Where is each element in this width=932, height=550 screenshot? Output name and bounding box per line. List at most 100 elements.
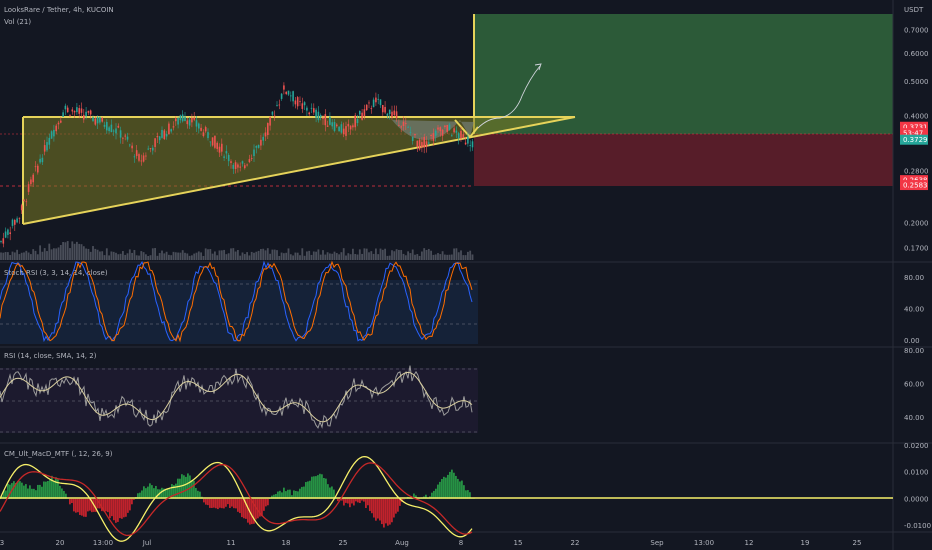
candle-body xyxy=(99,117,101,123)
volume-bar xyxy=(384,248,386,260)
candle-body xyxy=(149,148,152,149)
volume-bar xyxy=(239,255,242,260)
candle-body xyxy=(338,126,340,132)
volume-bar xyxy=(250,251,253,260)
candle-body xyxy=(202,132,205,137)
volume-bar xyxy=(363,248,366,260)
volume-bar xyxy=(218,250,221,260)
volume-bar xyxy=(87,248,90,260)
macd-hist-bar xyxy=(129,498,131,511)
volume-bar xyxy=(416,254,419,260)
candle-body xyxy=(232,164,235,169)
volume-bar xyxy=(467,251,469,260)
candle-body xyxy=(200,127,202,131)
volume-bar xyxy=(66,241,69,260)
candle-body xyxy=(60,120,62,123)
candle-body xyxy=(453,128,455,133)
volume-bar xyxy=(184,252,186,260)
candle-body xyxy=(292,91,294,102)
candle-body xyxy=(145,155,147,157)
candle-body xyxy=(331,122,333,127)
volume-bar xyxy=(16,249,18,260)
candle-body xyxy=(23,199,25,201)
candle-body xyxy=(296,97,299,107)
macd-hist-bar xyxy=(207,498,209,506)
candle-body xyxy=(253,149,255,157)
x-tick-label: 18 xyxy=(282,539,291,547)
macd-hist-bar xyxy=(447,474,449,499)
macd-hist-bar xyxy=(211,498,213,508)
candle-body xyxy=(237,164,239,168)
volume-bar xyxy=(319,254,322,260)
volume-bar xyxy=(310,254,313,260)
candle-body xyxy=(175,118,177,122)
candle-body xyxy=(7,229,9,235)
candle-body xyxy=(156,136,159,138)
trading-chart[interactable]: LooksRare / Tether, 4h, KUCOIN Vol (21) … xyxy=(0,0,932,550)
x-tick-label: 11 xyxy=(227,539,236,547)
volume-bar xyxy=(243,254,246,260)
macd-hist-bar xyxy=(383,498,385,528)
candle-body xyxy=(388,109,391,114)
candle-body xyxy=(230,161,232,163)
candle-body xyxy=(409,132,412,133)
macd-hist-bar xyxy=(203,498,205,503)
candle-body xyxy=(87,110,90,113)
macd-hist-bar xyxy=(147,486,149,499)
macd-hist-bar xyxy=(81,498,83,516)
macd-hist-bar xyxy=(229,498,231,509)
candle-body xyxy=(310,107,313,109)
macd-hist-bar xyxy=(79,498,81,515)
candle-body xyxy=(402,121,405,127)
volume-bar xyxy=(361,253,363,260)
macd-hist-bar xyxy=(111,498,113,517)
macd-hist-bar xyxy=(305,482,307,499)
volume-bar xyxy=(421,251,423,260)
macd-hist-bar xyxy=(39,484,41,499)
candle-body xyxy=(34,166,37,168)
macd-hist-bar xyxy=(219,498,221,508)
candle-body xyxy=(57,122,60,125)
candle-body xyxy=(71,109,74,112)
candle-body xyxy=(0,241,2,242)
candle-body xyxy=(441,129,444,136)
volume-bar xyxy=(36,254,39,260)
y-tick-label: 80.00 xyxy=(904,274,924,282)
volume-bar xyxy=(430,250,432,260)
volume-bar xyxy=(273,249,276,260)
volume-bar xyxy=(161,250,163,260)
volume-bar xyxy=(331,253,334,260)
volume-bar xyxy=(110,251,113,260)
volume-bar xyxy=(168,254,170,260)
currency-label: USDT xyxy=(904,6,924,14)
macd-hist-bar xyxy=(149,483,151,499)
volume-bar xyxy=(92,246,94,260)
macd-hist-bar xyxy=(247,498,249,523)
candle-body xyxy=(129,144,131,146)
volume-bar xyxy=(126,253,129,260)
macd-hist-bar xyxy=(29,485,31,499)
candle-body xyxy=(356,118,359,124)
candle-body xyxy=(319,114,322,118)
candle-body xyxy=(322,118,324,120)
x-tick-label: 25 xyxy=(339,539,348,547)
macd-hist-bar xyxy=(371,498,373,514)
volume-bar xyxy=(453,248,455,260)
macd-hist-bar xyxy=(215,498,217,509)
macd-hist-bar xyxy=(37,484,39,499)
macd-hist-bar xyxy=(345,498,347,503)
macd-hist-bar xyxy=(377,498,379,519)
candle-body xyxy=(76,107,78,113)
volume-bar xyxy=(342,248,345,260)
volume-bar xyxy=(32,249,35,260)
x-tick-label: 13:00 xyxy=(694,539,714,547)
price-badge-label: 0.2583 xyxy=(903,182,928,190)
volume-bar xyxy=(391,250,393,260)
candle-body xyxy=(64,105,67,110)
candle-body xyxy=(43,145,46,152)
candle-body xyxy=(37,165,39,173)
volume-bar xyxy=(41,251,44,260)
macd-hist-bar xyxy=(347,498,349,504)
volume-bar xyxy=(411,249,414,260)
macd-hist-bar xyxy=(303,486,305,499)
